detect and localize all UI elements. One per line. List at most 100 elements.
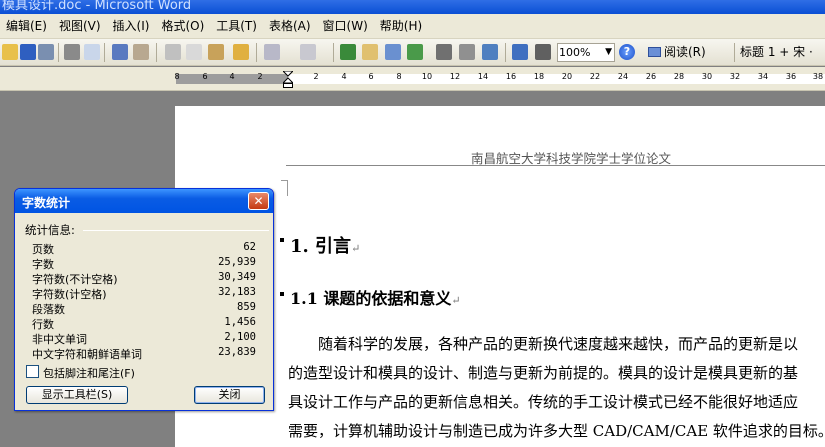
indent-marker-icon[interactable] xyxy=(283,71,293,88)
stat-row: 行数 1,456 xyxy=(32,316,256,331)
ruler-tick: 26 xyxy=(645,72,657,81)
body-text-line[interactable]: 随着科学的发展，各种产品的更新换代速度越来越快，而产品的更新是以 xyxy=(318,333,798,354)
menu-table[interactable]: 表格(A) xyxy=(265,15,319,37)
hyperlink-icon[interactable] xyxy=(340,44,356,60)
stat-value: 62 xyxy=(243,241,256,253)
save-icon[interactable] xyxy=(20,44,36,60)
spelling-icon[interactable] xyxy=(112,44,128,60)
research-icon[interactable] xyxy=(133,44,149,60)
menu-insert[interactable]: 插入(I) xyxy=(109,15,158,37)
paragraph-mark: ↵ xyxy=(351,242,361,255)
stat-row: 中文字符和朝鲜语单词 23,839 xyxy=(32,346,256,361)
ruler-tick: 6 xyxy=(202,72,208,81)
print-icon[interactable] xyxy=(64,44,80,60)
zoom-value: 100% xyxy=(559,46,591,59)
ruler-tick: 30 xyxy=(701,72,713,81)
style-value: 标题 1 + 宋 · xyxy=(740,45,813,59)
open-icon[interactable] xyxy=(2,44,18,60)
zoom-select[interactable]: 100% ▼ xyxy=(557,43,615,62)
help-icon[interactable]: ? xyxy=(619,44,635,60)
include-footnotes-label[interactable]: 包括脚注和尾注(F) xyxy=(43,365,135,381)
heading-1-text: 1. 引言 xyxy=(290,236,352,257)
stat-row: 非中文单词 2,100 xyxy=(32,331,256,346)
ruler-tick: 4 xyxy=(229,72,235,81)
ruler-tick: 4 xyxy=(341,72,347,81)
heading-2[interactable]: 1.1 课题的依据和意义↵ xyxy=(290,285,461,309)
print-preview-icon[interactable] xyxy=(84,44,100,60)
dialog-title-bar[interactable]: 字数统计 ✕ xyxy=(15,189,273,213)
ruler-tick: 28 xyxy=(673,72,685,81)
copy-icon[interactable] xyxy=(186,44,202,60)
ruler-tick: 20 xyxy=(561,72,573,81)
margin-corner-mark xyxy=(287,180,288,196)
book-icon xyxy=(648,47,661,57)
menu-edit[interactable]: 编辑(E) xyxy=(2,15,55,37)
paste-icon[interactable] xyxy=(208,44,224,60)
style-select[interactable]: 标题 1 + 宋 · xyxy=(740,42,813,63)
insert-table-icon[interactable] xyxy=(385,44,401,60)
ruler-tick: 2 xyxy=(257,72,263,81)
toolbar-separator xyxy=(104,43,105,62)
toolbar-separator xyxy=(734,43,735,62)
ruler-tick: 34 xyxy=(757,72,769,81)
paragraph-mark: ↵ xyxy=(451,294,461,307)
undo-icon[interactable] xyxy=(264,44,280,60)
menu-window[interactable]: 窗口(W) xyxy=(319,15,376,37)
stat-label: 字符数(计空格) xyxy=(32,288,107,301)
margin-corner-mark xyxy=(281,180,288,181)
menu-help[interactable]: 帮助(H) xyxy=(376,15,430,37)
stat-label: 行数 xyxy=(32,318,54,331)
close-button[interactable]: 关闭 xyxy=(194,386,265,404)
stat-row: 页数 62 xyxy=(32,241,256,256)
toolbar-separator xyxy=(256,43,257,62)
document-map-icon[interactable] xyxy=(482,44,498,60)
body-text-line[interactable]: 需要，计算机辅助设计与制造已成为许多大型 CAD/CAM/CAE 软件追求的目标… xyxy=(288,420,825,441)
format-painter-icon[interactable] xyxy=(233,44,249,60)
stat-value: 32,183 xyxy=(218,286,256,298)
stat-label: 字符数(不计空格) xyxy=(32,273,118,286)
ruler-tick: 8 xyxy=(174,72,180,81)
cut-icon[interactable] xyxy=(165,44,181,60)
tables-borders-icon[interactable] xyxy=(362,44,378,60)
stat-label: 中文字符和朝鲜语单词 xyxy=(32,348,142,361)
ruler-tick: 12 xyxy=(449,72,461,81)
heading-1[interactable]: 1. 引言↵ xyxy=(290,232,360,258)
read-mode-button[interactable]: 阅读(R) xyxy=(648,42,706,63)
insert-excel-icon[interactable] xyxy=(407,44,423,60)
show-toolbar-button[interactable]: 显示工具栏(S) xyxy=(26,386,128,404)
horizontal-ruler[interactable]: 8 6 4 2 2 4 6 8 10 12 14 16 18 20 22 24 … xyxy=(0,67,825,91)
close-icon[interactable]: ✕ xyxy=(248,192,269,210)
paragraph-mark-icon[interactable] xyxy=(535,44,551,60)
stat-value: 30,349 xyxy=(218,271,256,283)
stats-section-label: 统计信息: xyxy=(25,223,75,237)
toolbar-separator xyxy=(58,43,59,62)
columns-icon[interactable] xyxy=(436,44,452,60)
menu-format[interactable]: 格式(O) xyxy=(157,15,212,37)
body-text-line[interactable]: 的造型设计和模具的设计、制造与更新为前提的。模具的设计是模具更新的基 xyxy=(288,362,798,383)
ruler-tick: 18 xyxy=(533,72,545,81)
stat-value: 1,456 xyxy=(224,316,256,328)
ruler-tick: 8 xyxy=(396,72,402,81)
toolbar-separator xyxy=(333,43,334,62)
menu-bar: 编辑(E) 视图(V) 插入(I) 格式(O) 工具(T) 表格(A) 窗口(W… xyxy=(0,14,825,39)
window-title-bar: 模具设计.doc - Microsoft Word xyxy=(0,0,825,14)
stat-value: 2,100 xyxy=(224,331,256,343)
standard-toolbar: 100% ▼ ? 阅读(R) 标题 1 + 宋 · xyxy=(0,39,825,66)
drawing-icon[interactable] xyxy=(459,44,475,60)
redo-icon[interactable] xyxy=(300,44,316,60)
stat-label: 段落数 xyxy=(32,303,65,316)
stat-row: 字符数(不计空格) 30,349 xyxy=(32,271,256,286)
stat-label: 页数 xyxy=(32,243,54,256)
ruler-tick: 16 xyxy=(505,72,517,81)
menu-tools[interactable]: 工具(T) xyxy=(212,15,265,37)
menu-view[interactable]: 视图(V) xyxy=(55,15,109,37)
ruler-tick: 2 xyxy=(313,72,319,81)
ruler-tick: 36 xyxy=(785,72,797,81)
body-text-line[interactable]: 具设计工作与产品的更新信息相关。传统的手工设计模式已经不能很好地适应 xyxy=(288,391,798,412)
permission-icon[interactable] xyxy=(38,44,54,60)
ruler-tick: 10 xyxy=(421,72,433,81)
ruler-tick: 14 xyxy=(477,72,489,81)
show-hide-icon[interactable] xyxy=(512,44,528,60)
dialog-title: 字数统计 xyxy=(22,196,71,210)
include-footnotes-checkbox[interactable] xyxy=(26,365,39,378)
